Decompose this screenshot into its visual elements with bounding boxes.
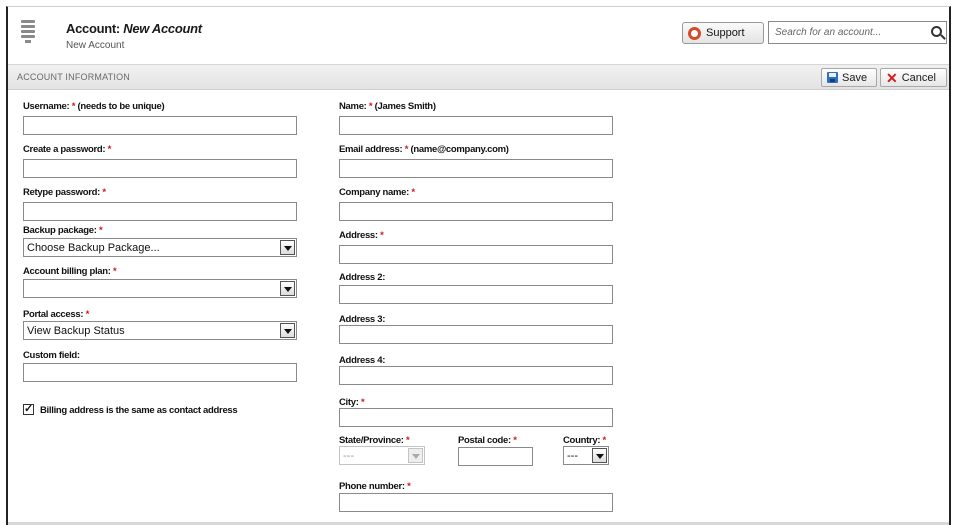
country-label: Country: * (563, 435, 606, 446)
chevron-down-icon[interactable] (280, 281, 295, 296)
page-title-prefix: Account: (66, 21, 120, 36)
billing-same-checkbox[interactable]: ✓ (23, 404, 34, 415)
portal-access-label: Portal access: * (23, 309, 89, 320)
support-button[interactable]: Support (682, 22, 764, 44)
postal-code-input[interactable] (458, 447, 533, 466)
city-label: City: * (339, 397, 365, 408)
support-label: Support (706, 27, 745, 39)
account-form-window: Account: New Account New Account Support… (6, 6, 951, 525)
backup-package-select[interactable]: Choose Backup Package... (23, 238, 297, 257)
address4-label: Address 4: (339, 355, 386, 366)
email-input[interactable] (339, 159, 613, 178)
cancel-button[interactable]: ✕ Cancel (880, 68, 947, 87)
phone-input[interactable] (339, 493, 613, 512)
create-password-label: Create a password: * (23, 144, 111, 155)
cancel-label: Cancel (901, 71, 936, 84)
section-bar: ACCOUNT INFORMATION Save ✕ Cancel (8, 64, 949, 90)
create-password-input[interactable] (23, 159, 297, 178)
state-label: State/Province: * (339, 435, 410, 446)
save-label: Save (842, 71, 868, 84)
portal-access-select[interactable]: View Backup Status (23, 321, 297, 340)
custom-field-input[interactable] (23, 363, 297, 382)
account-search (768, 21, 947, 44)
custom-field-label: Custom field: (23, 350, 80, 361)
country-value: --- (567, 449, 578, 462)
billing-plan-select[interactable] (23, 279, 297, 298)
address3-label: Address 3: (339, 314, 386, 325)
page-title-name: New Account (123, 21, 202, 36)
search-icon[interactable] (931, 26, 942, 37)
company-label: Company name: * (339, 187, 415, 198)
state-value: --- (343, 449, 354, 462)
chevron-down-icon[interactable] (280, 240, 295, 255)
portal-access-value: View Backup Status (27, 324, 125, 337)
page-header: Account: New Account New Account Support (8, 7, 949, 59)
name-input[interactable] (339, 116, 613, 135)
page-subtitle: New Account (66, 40, 125, 51)
lifebuoy-icon (688, 26, 701, 40)
company-input[interactable] (339, 202, 613, 221)
billing-same-label: Billing address is the same as contact a… (40, 405, 238, 416)
phone-label: Phone number: * (339, 481, 411, 492)
retype-password-input[interactable] (23, 202, 297, 221)
address1-label: Address: * (339, 230, 384, 241)
chevron-down-icon[interactable] (280, 323, 295, 338)
postal-code-label: Postal code: * (458, 435, 517, 446)
backup-package-label: Backup package: * (23, 225, 103, 236)
email-label: Email address: * (name@company.com) (339, 144, 509, 155)
billing-plan-label: Account billing plan: * (23, 266, 117, 277)
floppy-disk-icon (827, 72, 838, 83)
save-button[interactable]: Save (821, 68, 877, 87)
name-label: Name: * (James Smith) (339, 101, 436, 112)
account-search-input[interactable] (769, 22, 919, 43)
address3-input[interactable] (339, 325, 613, 344)
city-input[interactable] (339, 408, 613, 427)
username-label: Username: * (needs to be unique) (23, 101, 165, 112)
menu-icon[interactable] (21, 20, 35, 43)
state-select[interactable]: --- (339, 446, 425, 465)
backup-package-value: Choose Backup Package... (27, 241, 160, 254)
address4-input[interactable] (339, 366, 613, 385)
address1-input[interactable] (339, 245, 613, 264)
username-input[interactable] (23, 116, 297, 135)
address2-label: Address 2: (339, 272, 386, 283)
chevron-down-icon[interactable] (592, 448, 607, 463)
chevron-down-icon[interactable] (408, 448, 423, 463)
section-title: ACCOUNT INFORMATION (17, 72, 130, 82)
address2-input[interactable] (339, 285, 613, 304)
close-icon: ✕ (886, 69, 898, 86)
retype-password-label: Retype password: * (23, 187, 106, 198)
country-select[interactable]: --- (563, 446, 609, 465)
page-title: Account: New Account (66, 21, 202, 36)
